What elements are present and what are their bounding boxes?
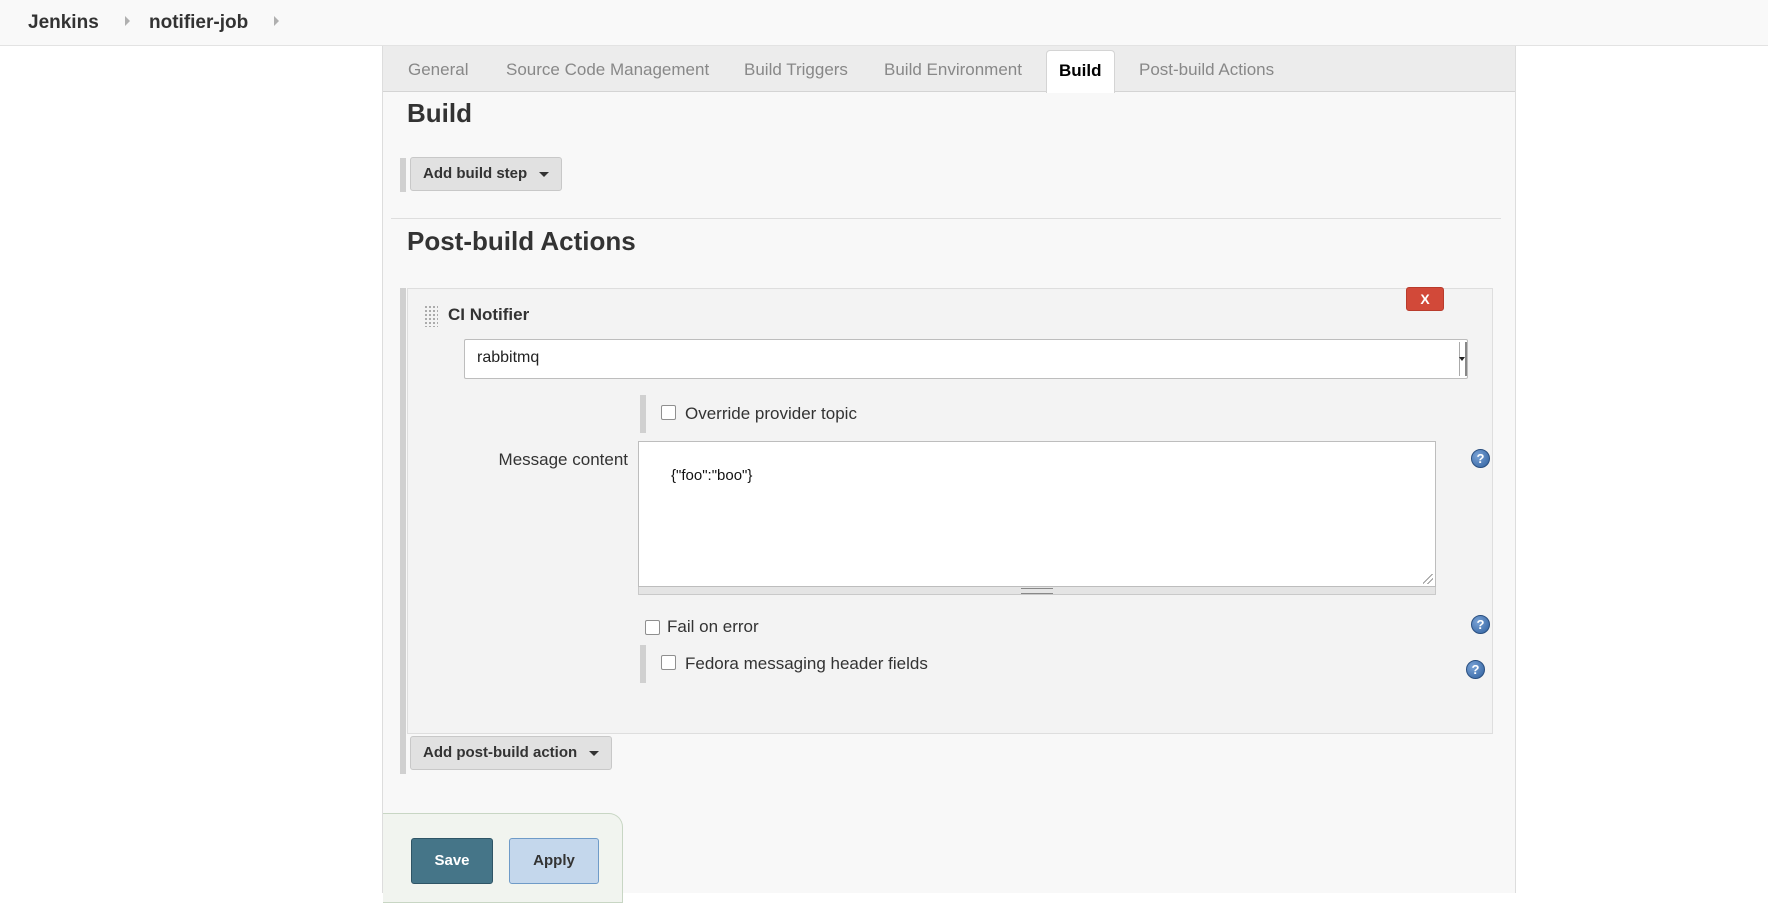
message-content-value: {"foo":"boo"} <box>671 467 753 484</box>
provider-select[interactable]: rabbitmq <box>464 339 1468 379</box>
tab-post-build-actions[interactable]: Post-build Actions <box>1139 60 1274 80</box>
delete-notifier-button[interactable]: X <box>1406 287 1444 311</box>
save-bar: Save Apply <box>383 813 623 903</box>
tab-general[interactable]: General <box>408 60 468 80</box>
message-content-label: Message content <box>498 450 628 469</box>
chevron-right-icon[interactable] <box>125 16 130 26</box>
fedora-headers-row: Fedora messaging header fields <box>640 645 1460 683</box>
override-topic-row: Override provider topic <box>640 395 1460 433</box>
build-section-title: Build <box>407 98 472 128</box>
breadcrumb-job[interactable]: notifier-job <box>149 12 248 34</box>
tab-source-code-management[interactable]: Source Code Management <box>506 60 709 80</box>
help-icon[interactable]: ? <box>1471 449 1490 468</box>
caret-down-icon <box>589 750 600 756</box>
message-content-textarea[interactable]: {"foo":"boo"} <box>638 441 1436 587</box>
tab-build-triggers[interactable]: Build Triggers <box>744 60 848 80</box>
help-icon[interactable]: ? <box>1466 660 1485 679</box>
add-post-build-action-label: Add post-build action <box>423 744 578 761</box>
fail-on-error-checkbox[interactable] <box>645 620 660 635</box>
tab-build[interactable]: Build <box>1046 50 1115 93</box>
ci-notifier-box: CI Notifier X rabbitmq Override provider… <box>407 287 1493 734</box>
drag-handle-icon[interactable] <box>424 305 438 327</box>
chevron-right-icon[interactable] <box>274 16 279 26</box>
provider-selected-value: rabbitmq <box>477 349 540 366</box>
post-build-section-rule <box>400 288 406 774</box>
config-tab-bar: General Source Code Management Build Tri… <box>383 46 1515 93</box>
dropdown-arrow-icon <box>1459 342 1467 376</box>
override-topic-checkbox[interactable] <box>661 405 676 420</box>
tab-build-environment[interactable]: Build Environment <box>884 60 1022 80</box>
add-build-step-label: Add build step <box>423 165 528 182</box>
fedora-headers-label: Fedora messaging header fields <box>685 654 928 673</box>
section-divider <box>391 218 1501 219</box>
fail-on-error-label: Fail on error <box>667 617 759 636</box>
ci-notifier-title: CI Notifier <box>448 305 530 324</box>
post-build-section-title: Post-build Actions <box>407 226 636 256</box>
apply-button[interactable]: Apply <box>509 838 599 884</box>
caret-down-icon <box>539 171 550 177</box>
help-icon[interactable]: ? <box>1471 615 1490 634</box>
fedora-headers-checkbox[interactable] <box>661 655 676 670</box>
textarea-resize-handle[interactable] <box>638 587 1436 595</box>
breadcrumb: Jenkins notifier-job <box>0 0 1768 46</box>
job-config-panel: General Source Code Management Build Tri… <box>382 46 1516 903</box>
resize-grip-icon[interactable] <box>1423 574 1433 584</box>
add-post-build-action-button[interactable]: Add post-build action <box>410 736 613 770</box>
override-topic-label: Override provider topic <box>685 404 857 423</box>
save-button[interactable]: Save <box>411 838 493 884</box>
build-section-rule <box>400 158 406 192</box>
add-build-step-button[interactable]: Add build step <box>410 157 563 191</box>
breadcrumb-jenkins[interactable]: Jenkins <box>28 12 99 34</box>
